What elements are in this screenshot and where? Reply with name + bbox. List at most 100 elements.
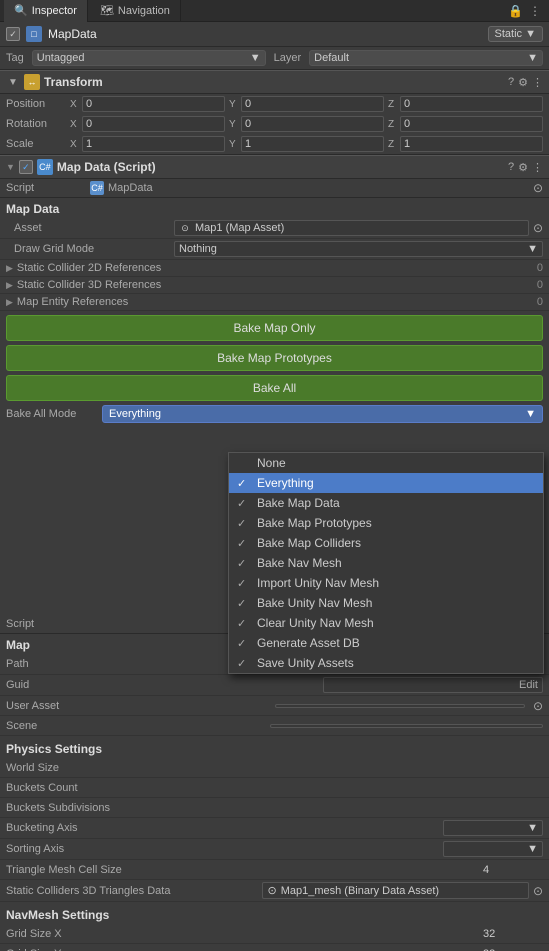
bnm-check: ✓	[237, 557, 251, 570]
bake-all-mode-row: Bake All Mode Everything ▼	[0, 403, 549, 425]
static-collider-2d-row[interactable]: ▶ Static Collider 2D References 0	[0, 260, 549, 277]
position-x-input[interactable]: 0	[82, 96, 225, 112]
transform-collapse-icon: ▼	[6, 75, 20, 89]
scale-y-input[interactable]: 1	[241, 136, 384, 152]
scene-label: Scene	[6, 720, 270, 732]
sc3d-label: Static Collider 3D References	[17, 279, 161, 291]
dropdown-item-clear-unity-nav[interactable]: ✓ Clear Unity Nav Mesh	[229, 613, 543, 633]
static-3d-target-icon[interactable]: ⊙	[533, 884, 543, 898]
dropdown-item-bake-map-colliders[interactable]: ✓ Bake Map Colliders	[229, 533, 543, 553]
map-entity-row[interactable]: ▶ Map Entity References 0	[0, 294, 549, 311]
transform-section-header[interactable]: ▼ ↔ Transform ? ⚙ ⋮	[0, 70, 549, 94]
asset-value-box[interactable]: ⊙ Map1 (Map Asset)	[174, 220, 529, 236]
bake-map-only-button[interactable]: Bake Map Only	[6, 315, 543, 341]
bmc-check: ✓	[237, 537, 251, 550]
transform-menu-btn[interactable]: ⋮	[532, 76, 543, 89]
sc3d-count: 0	[537, 279, 543, 291]
grid-size-y-label: Grid Size Y	[6, 948, 483, 951]
map-data-component-header[interactable]: ▼ ✓ C# Map Data (Script) ? ⚙ ⋮	[0, 155, 549, 179]
sc2d-count: 0	[537, 262, 543, 274]
bake-map-prototypes-button[interactable]: Bake Map Prototypes	[6, 345, 543, 371]
sua-label: Save Unity Assets	[257, 656, 354, 670]
script-field-label: Script	[6, 182, 86, 194]
dropdown-item-save-unity-assets[interactable]: ✓ Save Unity Assets	[229, 653, 543, 673]
transform-icon: ↔	[24, 74, 40, 90]
iun-check: ✓	[237, 577, 251, 590]
layer-dropdown-arrow: ▼	[527, 52, 538, 64]
rotation-label: Rotation	[6, 118, 66, 130]
script-target-icon[interactable]: ⊙	[533, 181, 543, 195]
scale-z-input[interactable]: 1	[400, 136, 543, 152]
guid-value-box[interactable]: Edit	[323, 677, 543, 693]
object-active-checkbox[interactable]: ✓	[6, 27, 20, 41]
sorting-axis-select[interactable]: ▼	[443, 841, 543, 857]
scale-row: Scale X 1 Y 1 Z 1	[0, 134, 549, 154]
bake-mode-label: Bake All Mode	[6, 408, 96, 420]
transform-section: Position X 0 Y 0 Z 0 Rotation	[0, 94, 549, 155]
bake-mode-value: Everything	[109, 408, 161, 420]
user-asset-target-icon[interactable]: ⊙	[533, 699, 543, 713]
guid-label: Guid	[6, 679, 323, 691]
rotation-z-input[interactable]: 0	[400, 116, 543, 132]
dropdown-item-bake-map-prototypes[interactable]: ✓ Bake Map Prototypes	[229, 513, 543, 533]
user-asset-row: User Asset ⊙	[0, 696, 549, 716]
rotation-x-input[interactable]: 0	[82, 116, 225, 132]
dropdown-item-bake-map-data[interactable]: ✓ Bake Map Data	[229, 493, 543, 513]
bake-mode-select[interactable]: Everything ▼	[102, 405, 543, 423]
user-asset-box[interactable]	[275, 704, 525, 708]
sorting-axis-arrow: ▼	[527, 843, 538, 855]
static-3d-value-box[interactable]: ⊙ Map1_mesh (Binary Data Asset)	[262, 882, 528, 899]
comp-menu-btn[interactable]: ⋮	[532, 161, 543, 174]
user-asset-label: User Asset	[6, 700, 275, 712]
transform-settings-btn[interactable]: ⚙	[518, 76, 528, 89]
scale-y-axis: Y	[229, 139, 239, 150]
static-collider-3d-row[interactable]: ▶ Static Collider 3D References 0	[0, 277, 549, 294]
layer-select[interactable]: Default ▼	[309, 50, 543, 66]
guid-row: Guid Edit	[0, 675, 549, 696]
rotation-y-input[interactable]: 0	[241, 116, 384, 132]
tab-bar: 🔍 Inspector 🗺 Navigation 🔒 ⋮	[0, 0, 549, 22]
sua-check: ✓	[237, 657, 251, 670]
script2-label: Script	[6, 618, 86, 630]
dropdown-item-import-unity-nav[interactable]: ✓ Import Unity Nav Mesh	[229, 573, 543, 593]
bucketing-axis-label: Bucketing Axis	[6, 822, 443, 834]
rotation-row: Rotation X 0 Y 0 Z 0	[0, 114, 549, 134]
scale-x-input[interactable]: 1	[82, 136, 225, 152]
comp-active-checkbox[interactable]: ✓	[19, 160, 33, 174]
dropdown-item-bake-nav-mesh[interactable]: ✓ Bake Nav Mesh	[229, 553, 543, 573]
comp-settings-btn[interactable]: ⚙	[518, 161, 528, 174]
bmp-check: ✓	[237, 517, 251, 530]
dropdown-item-everything[interactable]: ✓ Everything	[229, 473, 543, 493]
tag-select[interactable]: Untagged ▼	[32, 50, 266, 66]
world-size-label: World Size	[6, 762, 483, 774]
transform-help-btn[interactable]: ?	[508, 76, 514, 88]
tri-mesh-row: Triangle Mesh Cell Size 4	[0, 860, 549, 880]
bake-all-button[interactable]: Bake All	[6, 375, 543, 401]
draw-grid-select[interactable]: Nothing ▼	[174, 241, 543, 257]
object-header: ✓ □ MapData Static ▼	[0, 22, 549, 47]
guid-edit-btn[interactable]: Edit	[519, 679, 538, 691]
rotation-z-axis: Z	[388, 119, 398, 130]
tab-navigation[interactable]: 🗺 Navigation	[90, 0, 181, 22]
me-arrow: ▶	[6, 297, 13, 308]
sorting-axis-row: Sorting Axis ▼	[0, 839, 549, 860]
lock-icon[interactable]: 🔒	[508, 4, 523, 18]
position-z-input[interactable]: 0	[400, 96, 543, 112]
tab-inspector[interactable]: 🔍 Inspector	[4, 0, 88, 22]
dropdown-item-none[interactable]: None	[229, 453, 543, 473]
asset-value-text: Map1 (Map Asset)	[195, 222, 284, 234]
scene-value-box[interactable]	[270, 724, 544, 728]
comp-help-btn[interactable]: ?	[508, 161, 514, 174]
asset-target-icon[interactable]: ⊙	[533, 221, 543, 235]
bun-label: Bake Unity Nav Mesh	[257, 596, 372, 610]
dropdown-item-bake-unity-nav[interactable]: ✓ Bake Unity Nav Mesh	[229, 593, 543, 613]
dropdown-item-generate-asset-db[interactable]: ✓ Generate Asset DB	[229, 633, 543, 653]
bmd-label: Bake Map Data	[257, 496, 340, 510]
asset-field-label: Asset	[14, 222, 174, 234]
position-y-input[interactable]: 0	[241, 96, 384, 112]
scale-z-axis: Z	[388, 139, 398, 150]
bucketing-axis-select[interactable]: ▼	[443, 820, 543, 836]
bake-mode-arrow: ▼	[525, 408, 536, 420]
menu-icon[interactable]: ⋮	[529, 4, 541, 18]
static-button[interactable]: Static ▼	[488, 26, 543, 42]
